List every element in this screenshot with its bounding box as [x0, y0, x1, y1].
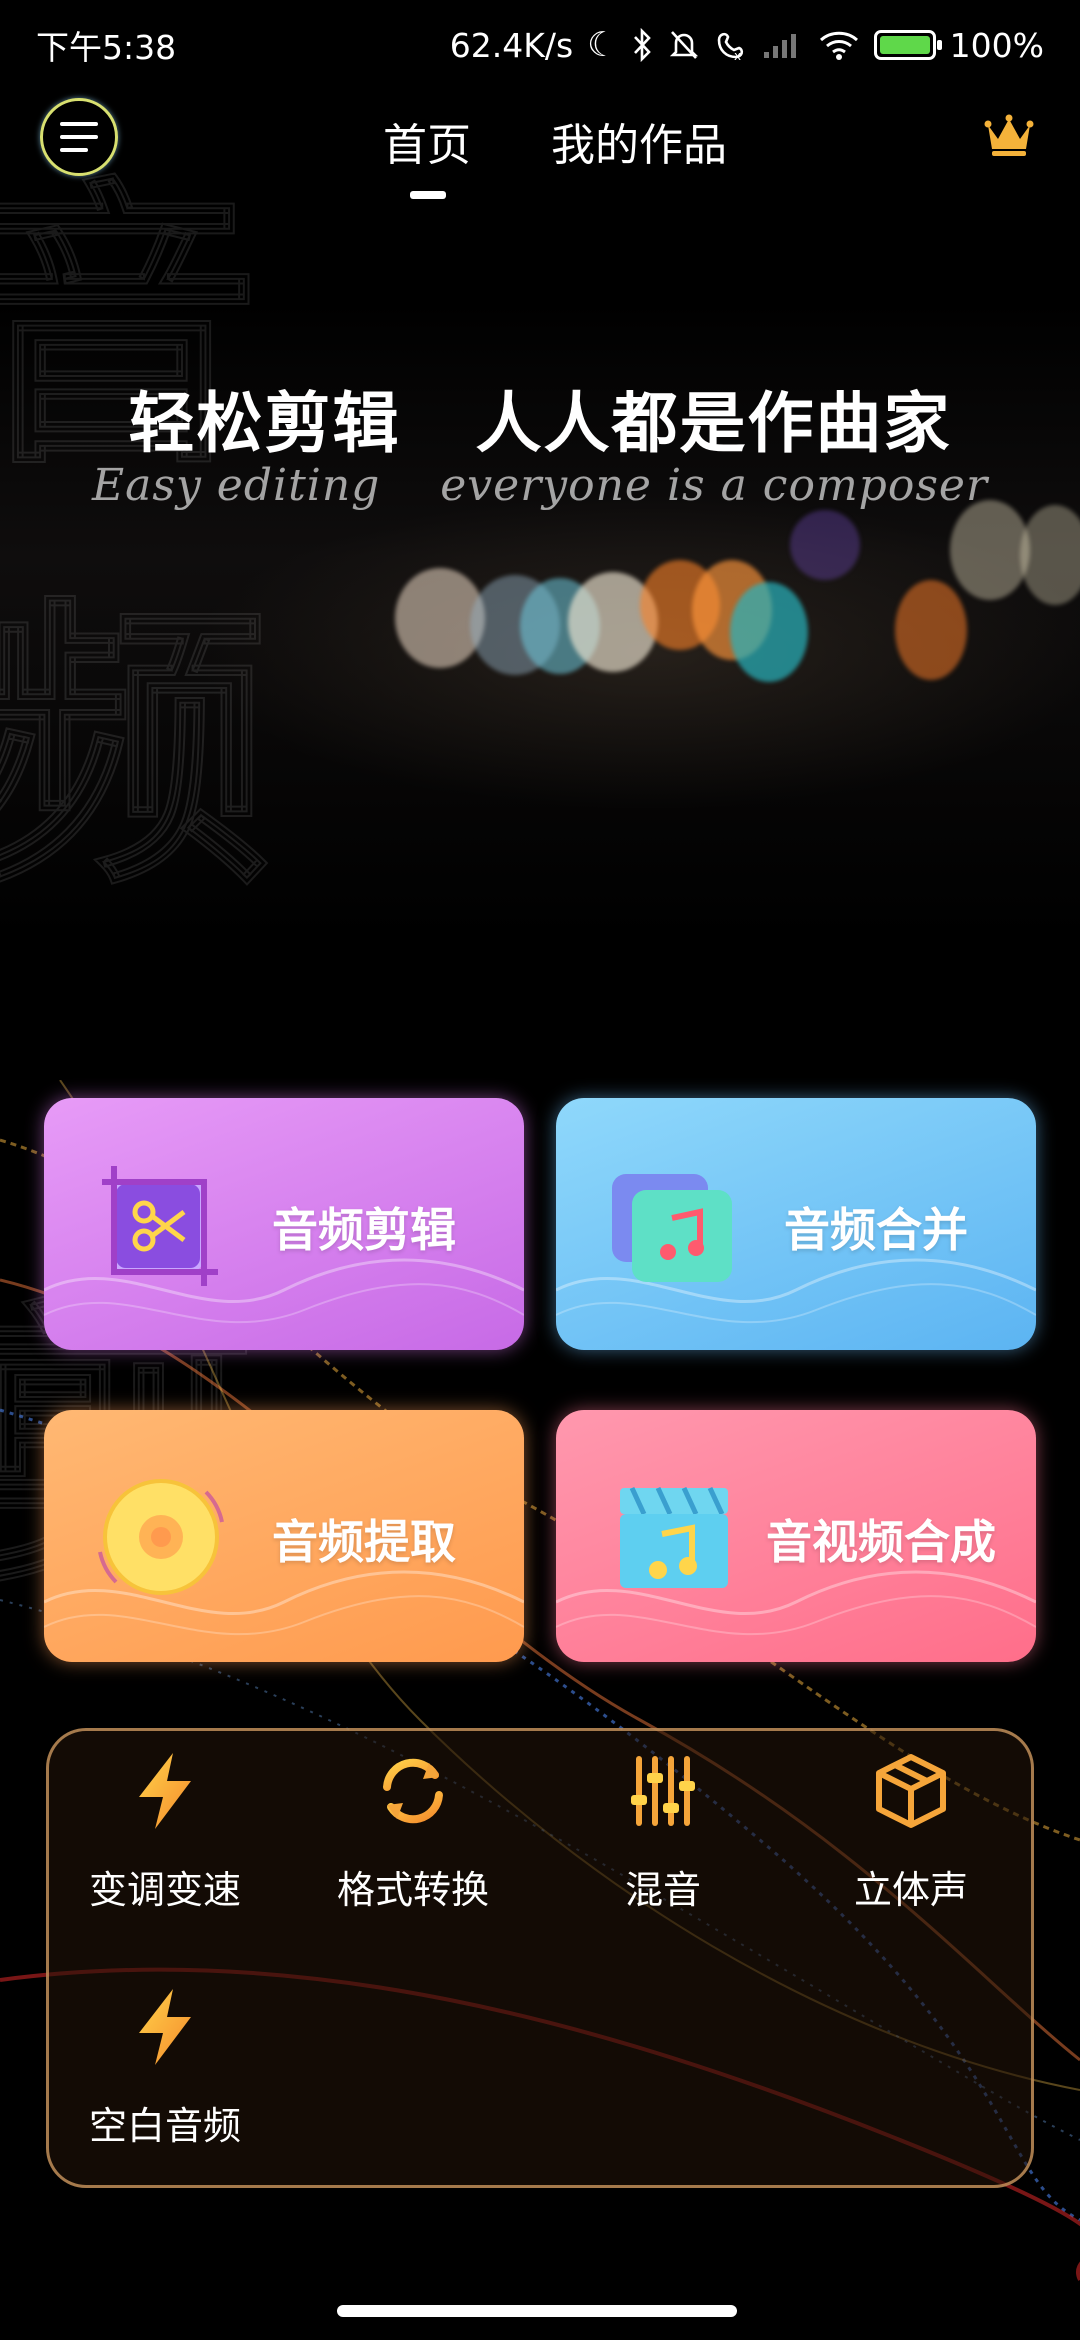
tool-format-convert[interactable]: 格式转换: [303, 1731, 523, 1931]
bokeh-light: [730, 582, 808, 682]
refresh-icon: [383, 1758, 443, 1824]
cube-icon: [876, 1754, 946, 1828]
hero-subtitle: Easy editing everyone is a composer: [92, 460, 988, 511]
signal-icon: [763, 34, 796, 58]
tool-mix-label: 混音: [624, 1868, 701, 1912]
wifi-icon: [819, 31, 858, 60]
clapper-icon: [620, 1486, 728, 1588]
tools-panel: 变调变速 格式转换 混音 立体声 空白音频: [46, 1728, 1034, 2188]
menu-button[interactable]: [40, 98, 118, 176]
status-time: 下午5:38: [36, 28, 177, 67]
disc-icon: [98, 1479, 224, 1595]
tool-stereo[interactable]: 立体声: [801, 1731, 1021, 1931]
menu-icon-line: [60, 135, 98, 139]
audio-extract-card[interactable]: 音频提取: [44, 1410, 524, 1662]
audio-cut-label: 音频剪辑: [272, 1203, 456, 1257]
sliders-icon: [631, 1756, 695, 1826]
app-screen: 音 频 剪 下午5:38 62.4K/s ☾ x 100%: [0, 0, 1080, 2340]
status-icons: 62.4K/s ☾ x 100%: [450, 26, 1044, 65]
mute-icon: [669, 31, 698, 59]
bokeh-light: [950, 500, 1030, 600]
tool-format-convert-label: 格式转换: [336, 1868, 489, 1912]
net-speed: 62.4K/s: [449, 25, 574, 65]
audio-cut-card[interactable]: 音频剪辑: [44, 1098, 524, 1350]
tool-pitch-speed[interactable]: 变调变速: [55, 1731, 275, 1931]
menu-icon-line: [60, 148, 88, 152]
battery-icon: [873, 30, 942, 60]
tool-blank-audio-label: 空白音频: [88, 2104, 241, 2148]
status-bar: 下午5:38 62.4K/s ☾ x 100%: [0, 0, 1080, 90]
av-compose-card[interactable]: 音视频合成: [556, 1410, 1036, 1662]
audio-merge-label: 音频合并: [784, 1203, 968, 1257]
menu-icon: [60, 122, 98, 126]
background-glyph: 频: [0, 575, 271, 924]
tool-blank-audio[interactable]: 空白音频: [55, 1967, 275, 2167]
battery-percent: 100%: [949, 25, 1044, 65]
av-compose-label: 音视频合成: [766, 1515, 996, 1569]
bokeh-light: [790, 510, 860, 580]
active-tab-indicator: [410, 191, 446, 199]
tool-mix[interactable]: 混音: [553, 1731, 773, 1931]
call-off-icon: x: [717, 32, 743, 62]
tab-home[interactable]: 首页: [383, 109, 471, 173]
tab-my-works[interactable]: 我的作品: [551, 109, 727, 173]
bolt-icon: [139, 1753, 191, 1829]
top-nav: 首页 我的作品: [0, 95, 1080, 205]
tool-stereo-label: 立体声: [853, 1868, 968, 1912]
audio-extract-label: 音频提取: [272, 1515, 456, 1569]
tool-pitch-speed-label: 变调变速: [88, 1868, 241, 1912]
hero-title: 轻松剪辑 人人都是作曲家: [128, 385, 952, 462]
bolt-icon: [139, 1989, 191, 2065]
battery-fill: [879, 36, 930, 54]
music-merge-icon: [612, 1174, 732, 1282]
home-indicator[interactable]: [337, 2305, 737, 2317]
audio-merge-card[interactable]: 音频合并: [556, 1098, 1036, 1350]
moon-icon: ☾: [587, 25, 618, 65]
bokeh-light: [895, 580, 967, 680]
svg-text:x: x: [734, 49, 741, 62]
scissors-icon: [102, 1166, 218, 1286]
bluetooth-icon: [633, 28, 651, 62]
crown-icon[interactable]: [984, 113, 1034, 157]
